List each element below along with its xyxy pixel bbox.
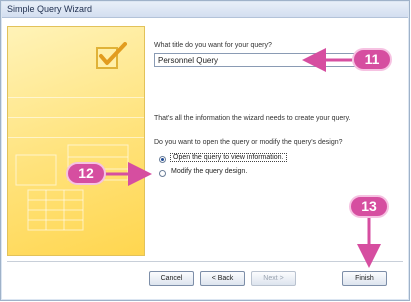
title-prompt: What title do you want for your query?: [154, 42, 272, 49]
button-separator: [7, 261, 403, 262]
grid-decoration-icon: [15, 144, 129, 231]
finish-button[interactable]: Finish: [342, 271, 387, 286]
radio-unselected-icon[interactable]: [159, 170, 166, 177]
wizard-content: What title do you want for your query? T…: [2, 18, 408, 299]
radio-selected-icon[interactable]: [159, 156, 166, 163]
title-bar: Simple Query Wizard: [2, 2, 408, 18]
query-title-input[interactable]: [154, 53, 358, 67]
window-title: Simple Query Wizard: [7, 4, 93, 14]
open-query-label[interactable]: Open the query to view information.: [170, 153, 287, 162]
simple-query-wizard-window: Simple Query Wizard What title do you wa…: [0, 0, 410, 301]
back-button[interactable]: < Back: [200, 271, 245, 286]
info-text: That's all the information the wizard ne…: [154, 115, 351, 122]
callout-12: 12: [66, 162, 106, 185]
wizard-illustration: [7, 26, 145, 256]
modify-design-label[interactable]: Modify the query design.: [171, 168, 247, 175]
next-button[interactable]: Next >: [251, 271, 296, 286]
callout-13: 13: [349, 195, 389, 218]
cancel-button[interactable]: Cancel: [149, 271, 194, 286]
open-or-modify-question: Do you want to open the query or modify …: [154, 139, 343, 146]
checkmark-icon: [96, 42, 127, 69]
callout-11: 11: [352, 48, 392, 71]
